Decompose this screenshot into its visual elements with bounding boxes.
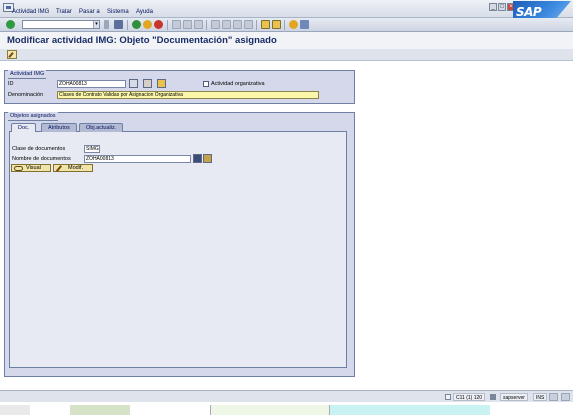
toolbar-separator bbox=[206, 20, 207, 30]
next-page-icon[interactable] bbox=[233, 20, 242, 29]
visual-button-label: Visual bbox=[26, 165, 41, 171]
previous-page-icon[interactable] bbox=[222, 20, 231, 29]
tab-doc[interactable]: Doc. bbox=[11, 123, 37, 132]
command-field[interactable]: ▾ bbox=[22, 20, 100, 29]
standard-toolbar: ▾ bbox=[0, 18, 573, 32]
exit-icon[interactable] bbox=[143, 20, 152, 29]
search-help-icon[interactable] bbox=[193, 154, 202, 163]
nombre-documentos-field[interactable]: ZOHA00813 bbox=[84, 155, 191, 163]
actividad-organizativa-checkbox[interactable] bbox=[203, 81, 209, 87]
menu-sistema[interactable]: Sistema bbox=[107, 9, 129, 15]
modif-button[interactable]: Modif. bbox=[53, 164, 93, 172]
taskbar-item[interactable] bbox=[210, 405, 330, 415]
application-toolbar bbox=[0, 49, 573, 61]
clase-documentos-label: Clase de documentos bbox=[12, 146, 66, 152]
status-info-icon[interactable] bbox=[445, 394, 451, 400]
menu-pasar-a[interactable]: Pasar a bbox=[79, 9, 100, 15]
command-input[interactable] bbox=[23, 21, 93, 28]
find-next-icon[interactable] bbox=[194, 20, 203, 29]
menu-actividad-img[interactable]: Actividad IMG bbox=[12, 9, 49, 15]
denominacion-field[interactable]: Clases de Contrato Validas por Asignacio… bbox=[57, 91, 319, 99]
taskbar-start[interactable] bbox=[0, 405, 30, 415]
actividad-organizativa-label: Actividad organizativa bbox=[211, 81, 265, 87]
command-dropdown-icon[interactable]: ▾ bbox=[93, 21, 99, 28]
other-object-icon[interactable] bbox=[157, 79, 166, 88]
toolbar-separator bbox=[284, 20, 285, 30]
nombre-documentos-label: Nombre de documentos bbox=[12, 156, 71, 162]
status-bar: C11 (1) 120 sapserver INS bbox=[0, 390, 573, 402]
first-page-icon[interactable] bbox=[211, 20, 220, 29]
menu-ayuda[interactable]: Ayuda bbox=[136, 9, 153, 15]
status-lock-icon bbox=[549, 393, 558, 401]
taskbar-item[interactable] bbox=[330, 405, 490, 415]
minimize-icon[interactable]: _ bbox=[489, 3, 497, 11]
sap-logo-text: SAP bbox=[516, 5, 542, 19]
enter-icon[interactable] bbox=[6, 20, 15, 29]
help-icon[interactable] bbox=[289, 20, 298, 29]
id-label: ID bbox=[8, 81, 14, 87]
tab-obj-actualiz[interactable]: Obj.actualiz. bbox=[79, 123, 124, 132]
last-page-icon[interactable] bbox=[244, 20, 253, 29]
create-session-icon[interactable] bbox=[261, 20, 270, 29]
shortcut-icon[interactable] bbox=[272, 20, 281, 29]
menu-tratar[interactable]: Tratar bbox=[56, 9, 72, 15]
visual-button[interactable]: Visual bbox=[11, 164, 51, 172]
insert-mode-field[interactable]: INS bbox=[533, 393, 548, 401]
print-icon[interactable] bbox=[172, 20, 181, 29]
actividad-img-group-title: Actividad IMG bbox=[8, 70, 47, 79]
id-field[interactable]: ZOHA00813 bbox=[57, 80, 126, 88]
cancel-icon[interactable] bbox=[154, 20, 163, 29]
save-icon[interactable] bbox=[114, 20, 123, 29]
find-icon[interactable] bbox=[183, 20, 192, 29]
back-icon[interactable] bbox=[132, 20, 141, 29]
denominacion-label: Denominación bbox=[8, 92, 44, 98]
layout-menu-icon[interactable] bbox=[300, 20, 309, 29]
document-browse-icon[interactable] bbox=[203, 154, 212, 163]
save-local-icon[interactable] bbox=[143, 79, 152, 88]
system-info-field[interactable]: C11 (1) 120 bbox=[453, 393, 486, 401]
menu-bar: Actividad IMG Tratar Pasar a Sistema Ayu… bbox=[0, 0, 573, 18]
toolbar-handle-icon bbox=[104, 20, 109, 29]
tab-atributos[interactable]: Atributos bbox=[41, 123, 77, 132]
modif-button-label: Modif. bbox=[68, 165, 83, 171]
glasses-icon bbox=[14, 166, 23, 171]
page-title: Modificar actividad IMG: Objeto "Documen… bbox=[7, 35, 277, 46]
objetos-asignados-group-title: Objetos asignados bbox=[8, 112, 58, 121]
toolbar-separator bbox=[256, 20, 257, 30]
system-dropdown-icon[interactable] bbox=[490, 394, 496, 400]
toolbar-separator bbox=[167, 20, 168, 30]
toolbar-separator bbox=[127, 20, 128, 30]
edit-pencil-icon[interactable] bbox=[7, 50, 17, 59]
clase-documentos-field[interactable]: SIMG bbox=[84, 145, 100, 153]
server-field: sapserver bbox=[500, 393, 528, 401]
maximize-icon[interactable]: □ bbox=[498, 3, 506, 11]
taskbar-item[interactable] bbox=[70, 405, 130, 415]
status-network-icon bbox=[561, 393, 570, 401]
pencil-icon bbox=[55, 165, 63, 172]
display-object-icon[interactable] bbox=[129, 79, 138, 88]
